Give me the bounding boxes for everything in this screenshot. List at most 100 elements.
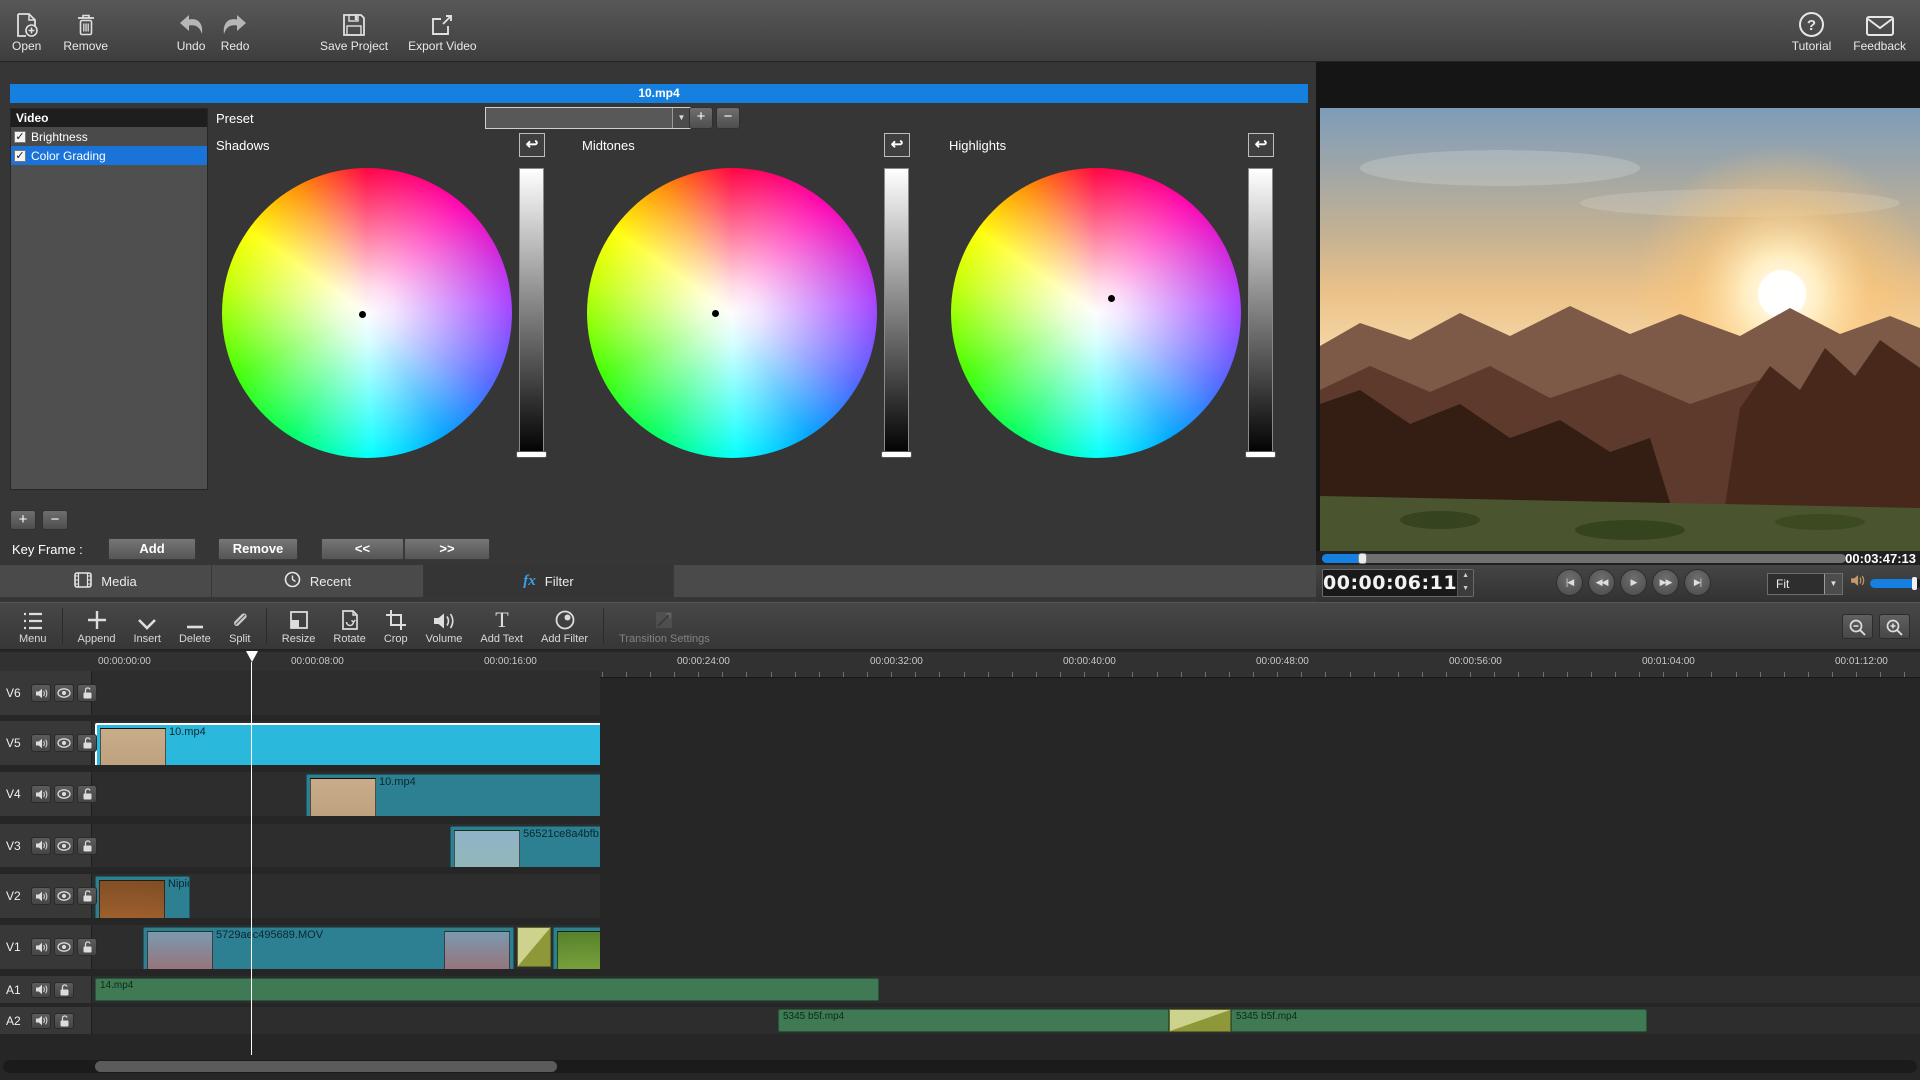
track-mute-button[interactable]: [31, 785, 51, 803]
zoom-fit-select[interactable]: Fit ▼: [1767, 573, 1843, 595]
export-video-button[interactable]: Export Video: [408, 6, 477, 53]
timecode-value[interactable]: 00:00:06:11: [1323, 570, 1457, 596]
track-hide-button[interactable]: [54, 684, 74, 702]
shadows-color-wheel[interactable]: [222, 168, 512, 458]
timeline-insert-button[interactable]: Insert: [124, 607, 170, 645]
play-button[interactable]: ▶: [1620, 569, 1647, 596]
video-clip[interactable]: Nipic_: [95, 876, 190, 918]
feedback-button[interactable]: Feedback: [1853, 6, 1906, 53]
slider-handle[interactable]: [881, 451, 912, 458]
shadows-luminance-slider[interactable]: [516, 168, 547, 458]
track-mute-button[interactable]: [31, 938, 51, 956]
volume-slider[interactable]: [1870, 576, 1920, 590]
filter-item-brightness[interactable]: ✓ Brightness: [11, 127, 207, 146]
track-lock-button[interactable]: [77, 836, 97, 855]
remove-button[interactable]: Remove: [63, 6, 108, 53]
track-hide-button[interactable]: [54, 887, 74, 905]
keyframe-add-button[interactable]: Add: [108, 538, 196, 560]
audio-clip[interactable]: 5345 b5f.mp4: [1231, 1009, 1647, 1032]
chevron-down-icon[interactable]: ▼: [1824, 574, 1842, 594]
tab-recent[interactable]: Recent: [212, 565, 424, 597]
timeline-scrollbar[interactable]: [3, 1060, 1917, 1073]
highlights-color-wheel[interactable]: [951, 168, 1241, 458]
track-hide-button[interactable]: [54, 785, 74, 803]
timeline-delete-button[interactable]: Delete: [170, 607, 220, 645]
chevron-down-icon[interactable]: ▼: [672, 108, 690, 128]
transition-clip[interactable]: [1169, 1009, 1231, 1032]
video-clip[interactable]: 5729aec495689.MOV: [143, 927, 514, 969]
audio-clip[interactable]: 14.mp4: [95, 978, 879, 1001]
transition-clip[interactable]: [517, 927, 551, 967]
playhead-marker[interactable]: [246, 651, 258, 662]
timeline-split-button[interactable]: Split: [220, 607, 260, 645]
tab-media[interactable]: Media: [0, 565, 212, 597]
highlights-reset-button[interactable]: ↩: [1248, 133, 1274, 157]
save-project-button[interactable]: Save Project: [320, 6, 388, 53]
tab-filter[interactable]: fx Filter: [424, 565, 674, 597]
timecode-box[interactable]: 00:00:06:11 ▲ ▼: [1322, 569, 1474, 597]
timeline-rotate-button[interactable]: Rotate: [324, 607, 374, 645]
track-lock-button[interactable]: [54, 1012, 74, 1029]
midtones-wheel-cursor[interactable]: [712, 310, 719, 317]
timeline-append-button[interactable]: Append: [69, 607, 125, 645]
timecode-spinner[interactable]: ▲ ▼: [1457, 570, 1473, 596]
zoom-in-button[interactable]: [1879, 614, 1910, 639]
rewind-button[interactable]: ◀◀: [1588, 569, 1615, 596]
timeline-crop-button[interactable]: Crop: [375, 607, 417, 645]
track-hide-button[interactable]: [54, 836, 74, 855]
keyframe-remove-button[interactable]: Remove: [218, 538, 298, 560]
track-mute-button[interactable]: [31, 684, 51, 702]
track-hide-button[interactable]: [54, 938, 74, 956]
skip-to-start-button[interactable]: |◀: [1556, 569, 1583, 596]
spinner-up-icon[interactable]: ▲: [1458, 570, 1473, 583]
preset-add-button[interactable]: +: [689, 107, 713, 129]
audio-clip[interactable]: 5345 b5f.mp4: [778, 1009, 1169, 1032]
keyframe-next-button[interactable]: >>: [404, 538, 490, 560]
spinner-down-icon[interactable]: ▼: [1458, 583, 1473, 596]
add-filter-to-clip-button[interactable]: +: [10, 510, 36, 530]
timeline-add-filter-button[interactable]: Add Filter: [532, 607, 597, 645]
track-lock-button[interactable]: [77, 785, 97, 803]
midtones-color-wheel[interactable]: [587, 168, 877, 458]
timeline-volume-button[interactable]: Volume: [417, 607, 472, 645]
track-mute-button[interactable]: [31, 734, 51, 752]
skip-to-end-button[interactable]: ▶|: [1684, 569, 1711, 596]
speaker-icon[interactable]: [1850, 574, 1865, 592]
checkbox-checked-icon[interactable]: ✓: [14, 149, 26, 162]
fast-forward-button[interactable]: ▶▶: [1652, 569, 1679, 596]
keyframe-prev-button[interactable]: <<: [321, 538, 404, 560]
open-button[interactable]: Open: [12, 6, 41, 53]
timeline-resize-button[interactable]: Resize: [273, 607, 325, 645]
track-mute-button[interactable]: [31, 836, 51, 855]
seek-handle[interactable]: [1358, 553, 1367, 564]
checkbox-checked-icon[interactable]: ✓: [14, 130, 26, 143]
track-lock-button[interactable]: [77, 734, 97, 752]
track-mute-button[interactable]: [31, 1012, 51, 1029]
track-mute-button[interactable]: [31, 981, 51, 998]
video-clip[interactable]: 10.mp4: [306, 774, 600, 816]
shadows-reset-button[interactable]: ↩: [519, 133, 545, 157]
preset-select[interactable]: ▼: [485, 107, 691, 129]
track-mute-button[interactable]: [31, 887, 51, 905]
tutorial-button[interactable]: ? Tutorial: [1792, 6, 1831, 53]
slider-handle[interactable]: [516, 451, 547, 458]
zoom-out-button[interactable]: [1842, 614, 1873, 639]
track-hide-button[interactable]: [54, 734, 74, 752]
track-lock-button[interactable]: [77, 938, 97, 956]
track-lock-button[interactable]: [77, 684, 97, 702]
redo-button[interactable]: Redo: [220, 6, 250, 53]
shadows-wheel-cursor[interactable]: [359, 311, 366, 318]
video-clip[interactable]: 10.mp4: [95, 723, 600, 765]
volume-handle[interactable]: [1912, 576, 1917, 590]
undo-button[interactable]: Undo: [176, 6, 206, 53]
timeline-menu-button[interactable]: Menu: [10, 607, 56, 645]
slider-handle[interactable]: [1245, 451, 1276, 458]
scrollbar-thumb[interactable]: [95, 1061, 557, 1072]
midtones-reset-button[interactable]: ↩: [884, 133, 910, 157]
timeline-add-text-button[interactable]: T Add Text: [471, 607, 532, 645]
remove-filter-from-clip-button[interactable]: −: [42, 510, 68, 530]
highlights-luminance-slider[interactable]: [1245, 168, 1276, 458]
highlights-wheel-cursor[interactable]: [1108, 295, 1115, 302]
track-lock-button[interactable]: [77, 887, 97, 905]
midtones-luminance-slider[interactable]: [881, 168, 912, 458]
